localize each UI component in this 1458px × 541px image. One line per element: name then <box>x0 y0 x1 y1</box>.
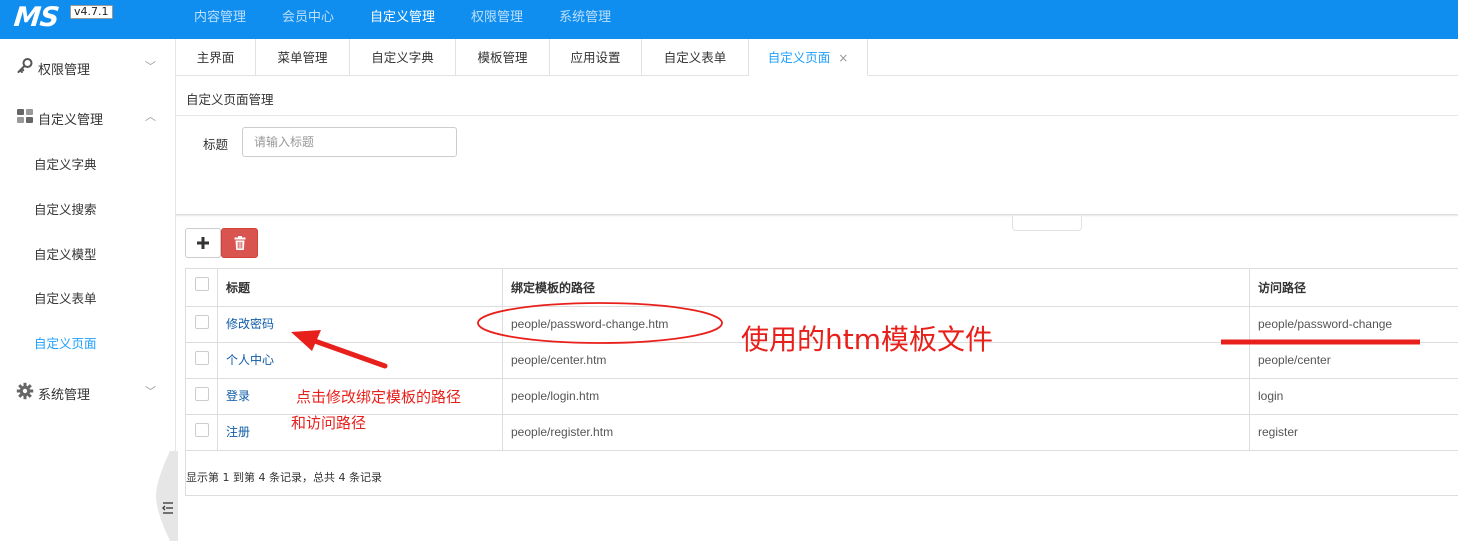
sidebar-collapse-handle[interactable] <box>156 451 178 541</box>
tab-home[interactable]: 主界面 <box>176 39 256 76</box>
annotation-note-line1: 点击修改绑定模板的路径 <box>296 388 462 406</box>
gear-icon <box>16 382 34 400</box>
column-header-access-path[interactable]: 访问路径 <box>1258 282 1306 294</box>
tab-custom-form[interactable]: 自定义表单 <box>642 39 749 76</box>
plus-icon <box>197 237 209 249</box>
sidebar-item-search[interactable]: 自定义搜索 <box>34 199 97 218</box>
row-checkbox[interactable] <box>195 351 209 365</box>
topnav-item-system[interactable]: 系统管理 <box>541 0 629 39</box>
search-title-label: 标题 <box>203 137 229 152</box>
top-navbar: MS v4.7.1 内容管理 会员中心 自定义管理 权限管理 系统管理 <box>0 0 1458 39</box>
logo-text: MS <box>12 2 61 33</box>
row-template-path: people/register.htm <box>511 425 614 439</box>
table-row: 注册 people/register.htm register <box>186 415 1458 451</box>
column-header-template-path[interactable]: 绑定模板的路径 <box>511 282 595 294</box>
pagination-info: 显示第 1 到第 4 条记录，总共 4 条记录 <box>186 471 382 484</box>
topnav-item-content[interactable]: 内容管理 <box>176 0 264 39</box>
sidebar-group-custom[interactable]: 自定义管理 ︿ <box>0 92 175 136</box>
annotation-note-line2: 和访问路径 <box>291 414 367 432</box>
sidebar-group-label: 权限管理 <box>38 63 91 78</box>
divider <box>176 115 1458 116</box>
search-panel-toggle[interactable] <box>1012 216 1082 231</box>
row-checkbox[interactable] <box>195 423 209 437</box>
sidebar-item-dictionary[interactable]: 自定义字典 <box>34 154 97 173</box>
tab-menu-management[interactable]: 菜单管理 <box>256 39 350 76</box>
row-title-link[interactable]: 登录 <box>226 390 250 402</box>
close-icon[interactable]: × <box>838 51 848 65</box>
tab-custom-dictionary[interactable]: 自定义字典 <box>350 39 456 76</box>
row-template-path: people/center.htm <box>511 353 607 367</box>
version-badge: v4.7.1 <box>70 5 113 19</box>
sidebar-item-page[interactable]: 自定义页面 <box>34 333 97 352</box>
row-checkbox[interactable] <box>195 315 209 329</box>
add-button[interactable] <box>185 228 221 258</box>
row-title-link[interactable]: 注册 <box>226 426 250 438</box>
sidebar-item-form[interactable]: 自定义表单 <box>34 288 97 307</box>
tab-label: 自定义页面 <box>767 50 831 65</box>
row-access-path: people/password-change <box>1258 317 1393 331</box>
delete-button[interactable] <box>221 228 258 258</box>
row-access-path: people/center <box>1258 353 1331 367</box>
sidebar-item-model[interactable]: 自定义模型 <box>34 244 97 263</box>
tab-app-settings[interactable]: 应用设置 <box>550 39 642 76</box>
sidebar: 权限管理 ﹀ 自定义管理 ︿ 自定义字典 自定义搜索 自定义模型 自定义表单 自… <box>0 39 178 541</box>
row-title-link[interactable]: 个人中心 <box>226 354 274 366</box>
sidebar-group-label: 自定义管理 <box>38 113 104 128</box>
chevron-up-icon: ︿ <box>145 110 156 123</box>
row-title-link[interactable]: 修改密码 <box>226 318 274 330</box>
row-template-path: people/login.htm <box>511 389 600 403</box>
sidebar-group-label: 系统管理 <box>38 388 91 403</box>
table-header: 标题 绑定模板的路径 访问路径 <box>186 269 1458 307</box>
grid-icon <box>17 109 33 123</box>
tab-custom-page[interactable]: 自定义页面 × <box>749 39 868 76</box>
column-header-title[interactable]: 标题 <box>226 282 250 294</box>
page-title: 自定义页面管理 <box>186 92 274 107</box>
topnav-item-permissions[interactable]: 权限管理 <box>453 0 541 39</box>
select-all-checkbox[interactable] <box>195 277 209 291</box>
top-nav-menu: 内容管理 会员中心 自定义管理 权限管理 系统管理 <box>176 0 629 39</box>
row-access-path: login <box>1258 389 1284 403</box>
sidebar-group-permissions[interactable]: 权限管理 ﹀ <box>0 42 175 86</box>
chevron-down-icon: ﹀ <box>145 385 156 398</box>
custom-page-table: 标题 绑定模板的路径 访问路径 修改密码 people/password-cha… <box>185 268 1458 496</box>
key-icon <box>17 58 33 73</box>
row-checkbox[interactable] <box>195 387 209 401</box>
page-tabs: 主界面 菜单管理 自定义字典 模板管理 应用设置 自定义表单 自定义页面 × <box>176 39 1458 76</box>
topnav-item-custom[interactable]: 自定义管理 <box>352 0 453 39</box>
search-panel-edge <box>176 214 1458 217</box>
sidebar-group-system[interactable]: 系统管理 ﹀ <box>0 367 175 411</box>
trash-icon <box>234 236 245 250</box>
chevron-down-icon: ﹀ <box>145 60 156 73</box>
row-access-path: register <box>1258 425 1299 439</box>
tab-template-management[interactable]: 模板管理 <box>456 39 550 76</box>
row-template-path: people/password-change.htm <box>511 317 669 331</box>
search-title-input[interactable] <box>242 127 457 157</box>
annotation-template-file: 使用的htm模板文件 <box>741 323 994 356</box>
topnav-item-members[interactable]: 会员中心 <box>264 0 352 39</box>
